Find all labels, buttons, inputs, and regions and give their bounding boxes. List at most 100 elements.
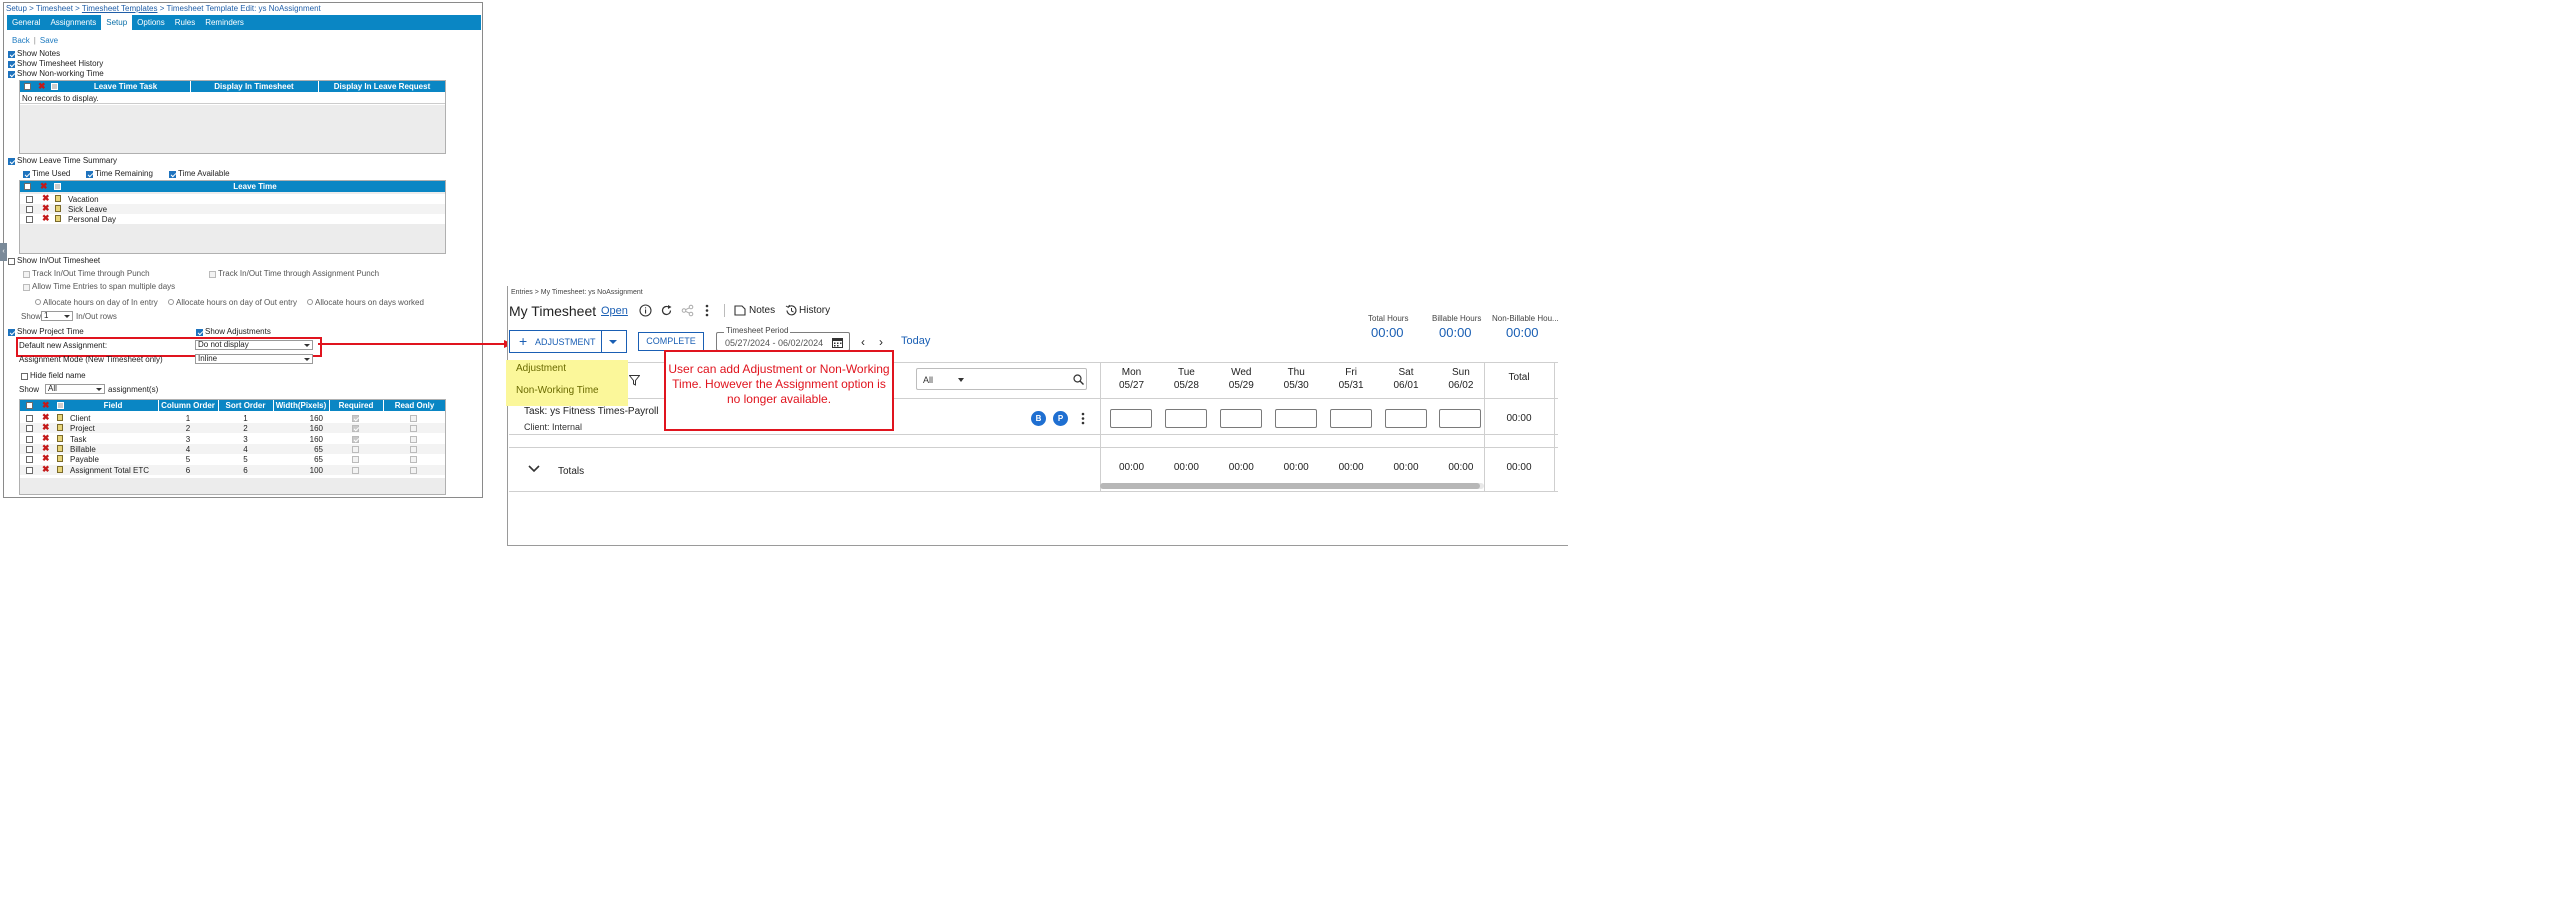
edit-icon[interactable]	[55, 205, 61, 212]
hours-input[interactable]	[1274, 409, 1317, 428]
delete-icon[interactable]: ✖	[42, 401, 50, 410]
edit-icon[interactable]	[57, 414, 63, 421]
show-leave-summary-checkbox[interactable]	[8, 158, 15, 165]
collapse-handle[interactable]: ‹	[0, 243, 7, 261]
menu-item-adjustment[interactable]: Adjustment	[516, 363, 566, 374]
delete-icon[interactable]: ✖	[38, 82, 46, 91]
delete-icon[interactable]: ✖	[42, 204, 50, 213]
back-link[interactable]: Back	[12, 36, 30, 45]
prev-period-icon[interactable]: ‹	[861, 335, 865, 349]
collapse-totals-icon[interactable]	[528, 465, 540, 473]
show-nonworking-time-checkbox[interactable]	[8, 71, 15, 78]
hours-input[interactable]	[1329, 409, 1372, 428]
required-checkbox[interactable]	[352, 445, 359, 453]
delete-icon[interactable]: ✖	[42, 464, 50, 473]
history-button[interactable]: History	[799, 305, 830, 316]
read-only-checkbox[interactable]	[410, 445, 417, 453]
time-remaining-checkbox[interactable]	[86, 171, 93, 178]
horizontal-scrollbar[interactable]	[1100, 483, 1484, 489]
adjustment-button[interactable]: ADJUSTMENT	[535, 337, 596, 347]
show-inout-checkbox[interactable]	[8, 258, 15, 265]
refresh-icon[interactable]	[660, 304, 673, 317]
row-checkbox[interactable]	[26, 216, 33, 223]
complete-button[interactable]: COMPLETE	[638, 332, 704, 351]
required-checkbox[interactable]	[352, 456, 359, 464]
save-link[interactable]: Save	[40, 36, 58, 45]
filter-select[interactable]: All	[916, 368, 1087, 390]
required-checkbox[interactable]	[352, 415, 359, 422]
search-icon[interactable]	[1073, 374, 1084, 385]
tab-reminders[interactable]: Reminders	[200, 15, 249, 30]
alloc-out-radio[interactable]	[168, 299, 174, 305]
edit-icon[interactable]	[55, 195, 61, 202]
next-period-icon[interactable]: ›	[879, 335, 883, 349]
hide-field-name-checkbox[interactable]	[21, 373, 28, 380]
hours-input[interactable]	[1439, 409, 1482, 428]
edit-icon[interactable]	[55, 215, 61, 222]
delete-icon[interactable]: ✖	[42, 194, 50, 203]
status-link[interactable]: Open	[601, 305, 628, 317]
assignment-mode-select[interactable]: Inline	[195, 354, 313, 364]
allow-span-checkbox[interactable]	[23, 284, 30, 291]
alloc-in-radio[interactable]	[35, 299, 41, 305]
show-notes-checkbox[interactable]	[8, 51, 15, 58]
row-checkbox[interactable]	[26, 425, 33, 433]
notes-button[interactable]: Notes	[749, 305, 775, 316]
edit-icon[interactable]	[57, 424, 63, 432]
edit-icon[interactable]	[57, 465, 63, 473]
hours-input[interactable]	[1164, 409, 1207, 428]
tab-assignments[interactable]: Assignments	[45, 15, 101, 30]
hours-input[interactable]	[1110, 409, 1152, 428]
breadcrumb-timesheet-templates[interactable]: Timesheet Templates	[82, 4, 158, 13]
delete-icon[interactable]: ✖	[42, 433, 50, 442]
row-more-icon[interactable]	[1080, 412, 1086, 425]
delete-icon[interactable]: ✖	[40, 182, 48, 191]
share-icon[interactable]	[681, 304, 694, 317]
select-all-checkbox[interactable]	[24, 83, 31, 90]
tab-rules[interactable]: Rules	[170, 15, 200, 30]
show-assignments-select[interactable]: All	[45, 384, 105, 394]
row-checkbox[interactable]	[26, 456, 33, 464]
show-timesheet-history-checkbox[interactable]	[8, 61, 15, 68]
grid-settings-icon[interactable]	[51, 83, 58, 90]
tab-general[interactable]: General	[7, 15, 45, 30]
show-adjustments-checkbox[interactable]	[196, 329, 203, 336]
required-checkbox[interactable]	[352, 425, 359, 433]
edit-icon[interactable]	[57, 444, 63, 452]
edit-icon[interactable]	[57, 434, 63, 442]
menu-item-non-working-time[interactable]: Non-Working Time	[516, 385, 599, 396]
breadcrumb-setup[interactable]: Setup > Timesheet >	[6, 4, 82, 13]
time-used-checkbox[interactable]	[23, 171, 30, 178]
select-all-checkbox[interactable]	[26, 402, 33, 409]
track-assignment-punch-checkbox[interactable]	[209, 271, 216, 278]
grid-settings-icon[interactable]	[57, 402, 64, 409]
delete-icon[interactable]: ✖	[42, 454, 50, 463]
delete-icon[interactable]: ✖	[42, 443, 50, 452]
required-checkbox[interactable]	[352, 466, 359, 474]
track-punch-checkbox[interactable]	[23, 271, 30, 278]
row-checkbox[interactable]	[26, 445, 33, 453]
hours-input[interactable]	[1384, 409, 1427, 428]
delete-icon[interactable]: ✖	[42, 423, 50, 432]
read-only-checkbox[interactable]	[410, 435, 417, 443]
row-checkbox[interactable]	[26, 196, 33, 203]
row-checkbox[interactable]	[26, 206, 33, 213]
read-only-checkbox[interactable]	[410, 466, 417, 474]
today-button[interactable]: Today	[901, 335, 930, 347]
tab-options[interactable]: Options	[132, 15, 170, 30]
show-project-time-checkbox[interactable]	[8, 329, 15, 336]
delete-icon[interactable]: ✖	[42, 413, 50, 422]
more-vertical-icon[interactable]	[704, 304, 710, 317]
read-only-checkbox[interactable]	[410, 415, 417, 422]
filter-icon[interactable]	[629, 375, 640, 386]
read-only-checkbox[interactable]	[410, 456, 417, 464]
select-all-checkbox[interactable]	[24, 183, 31, 190]
edit-icon[interactable]	[57, 455, 63, 463]
inout-rows-select[interactable]: 1	[41, 311, 73, 321]
required-checkbox[interactable]	[352, 435, 359, 443]
time-available-checkbox[interactable]	[169, 171, 176, 178]
chevron-down-icon[interactable]	[609, 340, 617, 344]
hours-input[interactable]	[1219, 409, 1262, 428]
row-checkbox[interactable]	[26, 435, 33, 443]
read-only-checkbox[interactable]	[410, 425, 417, 433]
